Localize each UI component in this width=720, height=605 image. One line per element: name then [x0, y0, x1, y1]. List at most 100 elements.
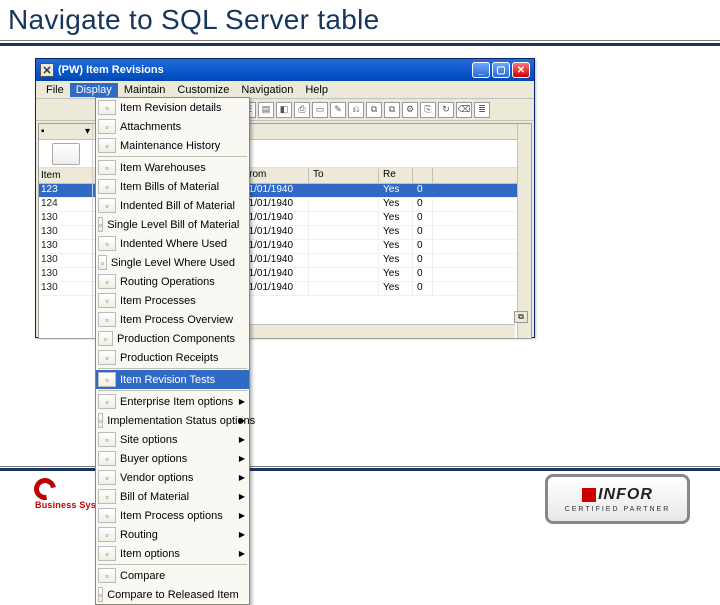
left-header-row: ▪▾	[39, 124, 92, 140]
menu-item[interactable]: ▫ Item Revision Tests	[96, 370, 249, 389]
menu-item-icon: ▫	[98, 100, 116, 115]
left-column-header[interactable]: Item	[39, 168, 92, 184]
toolbar-icon[interactable]: ⎌	[348, 102, 364, 118]
left-row[interactable]: 130	[39, 240, 92, 254]
menu-item[interactable]: ▫Attachments	[96, 117, 249, 136]
menu-item-label: Item Revision Tests	[120, 374, 215, 386]
menu-item[interactable]: ▫Indented Bill of Material	[96, 196, 249, 215]
left-row[interactable]: 124	[39, 198, 92, 212]
toolbar-icon[interactable]: ▭	[312, 102, 328, 118]
menu-display[interactable]: Display	[70, 83, 118, 97]
menu-item[interactable]: ▫Item Bills of Material	[96, 177, 249, 196]
menu-item-label: Item Revision details	[120, 102, 222, 114]
toolbar-icon[interactable]: ⎙	[294, 102, 310, 118]
menu-item[interactable]: ▫Single Level Bill of Material	[96, 215, 249, 234]
toolbar-icon[interactable]: ⧉	[384, 102, 400, 118]
menu-item[interactable]: ▫ Bill of Material ▶	[96, 487, 249, 506]
dock-icon[interactable]: ⧉	[514, 311, 528, 323]
submenu-arrow-icon: ▶	[239, 511, 245, 520]
window-title: (PW) Item Revisions	[58, 64, 164, 76]
menu-item-icon: ▫	[98, 489, 116, 504]
menu-item[interactable]: ▫Single Level Where Used	[96, 253, 249, 272]
left-row[interactable]: 123	[39, 184, 92, 198]
menu-item[interactable]: ▫Enterprise Item options▶	[96, 392, 249, 411]
submenu-arrow-icon: ▶	[239, 397, 245, 406]
left-row[interactable]: 130	[39, 282, 92, 296]
menu-customize[interactable]: Customize	[171, 83, 235, 97]
menu-item[interactable]: ▫Item Process options▶	[96, 506, 249, 525]
menu-item-label: Site options	[120, 434, 177, 446]
menu-item-label: Single Level Where Used	[111, 257, 235, 269]
toolbar-icon[interactable]: ◧	[276, 102, 292, 118]
toolbar-icon[interactable]: ⧉	[366, 102, 382, 118]
menu-item-label: Item options	[120, 548, 180, 560]
submenu-arrow-icon: ▶	[239, 435, 245, 444]
menu-item-label: Item Process Overview	[120, 314, 233, 326]
menu-item[interactable]: ▫Item options▶	[96, 544, 249, 563]
col-n[interactable]	[413, 168, 433, 183]
menu-item[interactable]: ▫Routing▶	[96, 525, 249, 544]
menu-item-label: Bill of Material	[120, 491, 189, 503]
menu-navigation[interactable]: Navigation	[235, 83, 299, 97]
partner-label: CERTIFIED PARTNER	[565, 506, 671, 513]
menu-item[interactable]: ▫Indented Where Used	[96, 234, 249, 253]
col-to[interactable]: To	[309, 168, 379, 183]
toolbar-icon[interactable]: ⌫	[456, 102, 472, 118]
menu-item[interactable]: ▫ Item Revision details	[96, 98, 249, 117]
left-row[interactable]: 130	[39, 212, 92, 226]
menu-item-label: Enterprise Item options	[120, 396, 233, 408]
submenu-arrow-icon: ▶	[239, 473, 245, 482]
menu-item[interactable]: ▫Item Processes	[96, 291, 249, 310]
menu-item-icon: ▫	[98, 274, 116, 289]
menu-item[interactable]: ▫Site options▶	[96, 430, 249, 449]
menu-item-label: Item Processes	[120, 295, 196, 307]
menu-item[interactable]: ▫Compare	[96, 566, 249, 585]
menu-item-icon: ▫	[98, 198, 116, 213]
partner-badge: INFOR CERTIFIED PARTNER	[545, 474, 690, 524]
menu-item-icon: ▫	[98, 119, 116, 134]
submenu-arrow-icon: ▶	[239, 530, 245, 539]
titlebar[interactable]: ✕ (PW) Item Revisions _ ▢ ✕	[36, 59, 534, 81]
toolbar-icon[interactable]: ⎘	[420, 102, 436, 118]
menu-item[interactable]: ▫Routing Operations	[96, 272, 249, 291]
submenu-arrow-icon: ▶	[239, 549, 245, 558]
vertical-scrollbar[interactable]	[517, 124, 531, 338]
submenu-arrow-icon: ▶	[239, 492, 245, 501]
menu-item-label: Item Process options	[120, 510, 223, 522]
left-row[interactable]: 130	[39, 268, 92, 282]
menu-item-icon: ▫	[98, 587, 103, 602]
toolbar-icon[interactable]: ⚙	[402, 102, 418, 118]
menu-maintain[interactable]: Maintain	[118, 83, 172, 97]
toolbar-icon[interactable]: ≣	[474, 102, 490, 118]
col-re[interactable]: Re	[379, 168, 413, 183]
menu-item-label: Compare to Released Item	[107, 589, 238, 601]
maximize-button[interactable]: ▢	[492, 62, 510, 78]
menu-item-icon: ▫	[98, 470, 116, 485]
app-icon: ✕	[40, 63, 54, 77]
menu-help[interactable]: Help	[299, 83, 334, 97]
menu-item[interactable]: ▫Maintenance History	[96, 136, 249, 155]
submenu-arrow-icon: ▶	[239, 416, 245, 425]
menu-item[interactable]: ▫Buyer options▶	[96, 449, 249, 468]
company-logo	[34, 478, 64, 502]
menu-item[interactable]: ▫Item Warehouses	[96, 158, 249, 177]
menu-item-icon: ▫	[98, 331, 113, 346]
menu-item[interactable]: ▫Vendor options▶	[96, 468, 249, 487]
toolbar-icon[interactable]: ↻	[438, 102, 454, 118]
toolbar-icon[interactable]: ▤	[258, 102, 274, 118]
display-menu-dropdown: ▫ Item Revision details ▫Attachments▫Maint…	[95, 97, 250, 605]
menu-item-label: Implementation Status options	[107, 415, 255, 427]
toolbar-icon[interactable]: ✎	[330, 102, 346, 118]
menu-item[interactable]: ▫Production Components	[96, 329, 249, 348]
close-button[interactable]: ✕	[512, 62, 530, 78]
left-row[interactable]: 130	[39, 226, 92, 240]
minimize-button[interactable]: _	[472, 62, 490, 78]
left-row[interactable]: 130	[39, 254, 92, 268]
title-rule-thick	[0, 43, 720, 46]
menu-file[interactable]: File	[40, 83, 70, 97]
menu-item[interactable]: ▫Production Receipts	[96, 348, 249, 367]
menu-item[interactable]: ▫Item Process Overview	[96, 310, 249, 329]
menu-item-icon: ▫	[98, 372, 116, 387]
menu-item[interactable]: ▫Implementation Status options▶	[96, 411, 249, 430]
menu-item[interactable]: ▫ Compare to Released Item	[96, 585, 249, 604]
